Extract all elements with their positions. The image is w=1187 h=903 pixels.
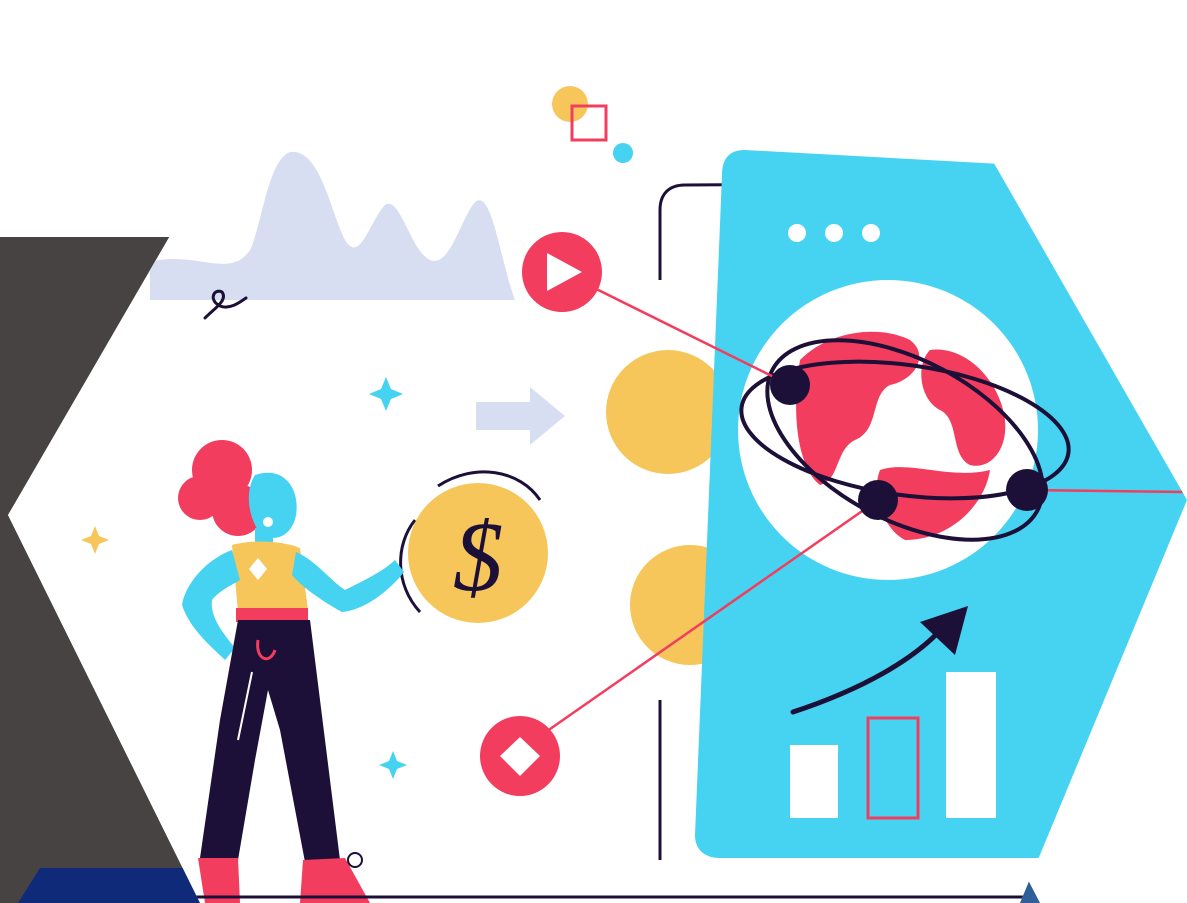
window-dot [825,224,843,242]
hexagon-frame: $ [8,8,1187,903]
bar [790,745,838,818]
window-dot [788,224,806,242]
hexagon-illustration-slide: $ [0,0,1187,903]
dollar-sign: $ [453,501,503,612]
orbit-node [858,480,898,520]
orbit-node [1006,469,1048,511]
orbit-node [770,365,810,405]
bar [946,672,996,818]
cyan-dot [613,143,633,163]
yellow-dot [552,86,588,122]
illustration-canvas: $ [0,8,1187,903]
window-dot [862,224,880,242]
